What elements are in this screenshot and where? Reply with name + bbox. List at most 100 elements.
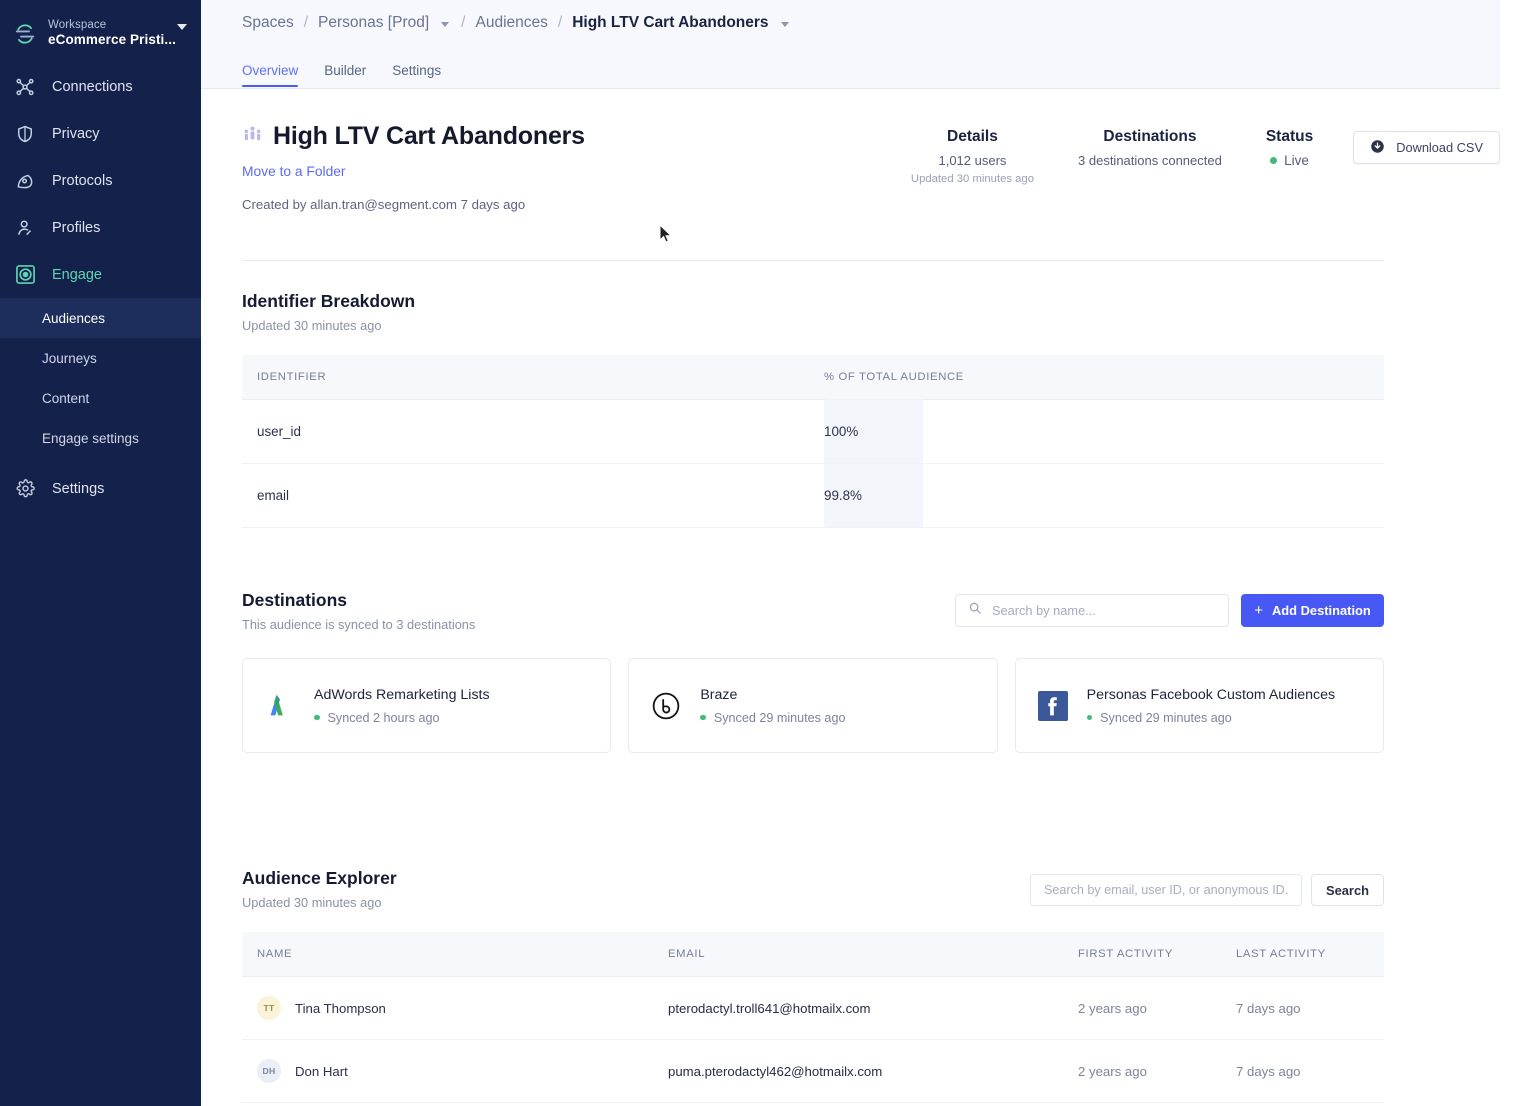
- created-by-text: Created by allan.tran@segment.com 7 days…: [242, 197, 526, 212]
- breadcrumb-space-name[interactable]: Personas [Prod]: [318, 14, 429, 32]
- cell-first-activity: 2 years ago: [1078, 1063, 1147, 1079]
- breadcrumb-spaces[interactable]: Spaces: [242, 14, 294, 32]
- engage-icon: [14, 264, 36, 286]
- sidebar-item-label: Privacy: [52, 125, 100, 142]
- cell-identifier: email: [257, 488, 289, 503]
- column-header-last-activity: LAST ACTIVITY: [1236, 948, 1326, 960]
- sidebar-item-label: Protocols: [52, 172, 113, 189]
- search-icon: [968, 601, 982, 620]
- breadcrumb-current[interactable]: High LTV Cart Abandoners: [572, 14, 768, 32]
- cell-last-activity: 7 days ago: [1236, 1000, 1301, 1016]
- sidebar-item-profiles[interactable]: Profiles: [0, 204, 201, 251]
- table-row[interactable]: email 99.8%: [242, 464, 1384, 528]
- audience-explorer-table: NAME EMAIL FIRST ACTIVITY LAST ACTIVITY …: [242, 932, 1384, 1103]
- stat-label: Destinations: [1103, 128, 1197, 145]
- sidebar-item-connections[interactable]: Connections: [0, 63, 201, 110]
- destination-card-facebook[interactable]: Personas Facebook Custom Audiences Synce…: [1014, 658, 1384, 753]
- title-row: High LTV Cart Abandoners: [242, 122, 889, 151]
- braze-icon: [649, 689, 683, 723]
- destinations-title: Destinations: [242, 590, 348, 610]
- sidebar-item-audiences[interactable]: Audiences: [0, 298, 201, 339]
- app-root: Workspace eCommerce Pristi... Connection…: [0, 0, 1520, 1106]
- destination-card-braze[interactable]: Braze Synced 29 minutes ago: [628, 658, 998, 753]
- cell-email: puma.pterodactyl462@hotmailx.com: [668, 1063, 883, 1079]
- sidebar-item-privacy[interactable]: Privacy: [0, 110, 201, 157]
- sidebar-item-label: Settings: [52, 480, 105, 497]
- move-to-folder-link[interactable]: Move to a Folder: [242, 164, 346, 179]
- destinations-section: Destinations This audience is synced to …: [242, 528, 1500, 753]
- avatar: TT: [257, 996, 281, 1020]
- gear-icon: [14, 478, 36, 500]
- sidebar-item-journeys[interactable]: Journeys: [0, 338, 201, 378]
- sidebar-item-label: Engage: [52, 266, 102, 283]
- person-icon: [14, 217, 36, 239]
- sidebar-subitem-label: Content: [42, 390, 90, 406]
- destination-search-input[interactable]: [992, 603, 1216, 618]
- sync-dot-icon: [1086, 714, 1093, 721]
- cell-percent: 100%: [824, 424, 859, 439]
- download-csv-button[interactable]: Download CSV: [1353, 131, 1500, 164]
- destination-sync-status: Synced 29 minutes ago: [700, 711, 845, 725]
- profile-name: Don Hart: [295, 1063, 348, 1079]
- stat-status: Status Live: [1244, 128, 1335, 168]
- audience-explorer-title: Audience Explorer: [242, 868, 397, 888]
- main-content: Spaces / Personas [Prod] / Audiences / H…: [201, 0, 1520, 1106]
- breadcrumb-space-chevron-down-icon[interactable]: [441, 22, 450, 27]
- destination-name: Personas Facebook Custom Audiences: [1086, 686, 1336, 703]
- audience-explorer-toolbar: Search: [1030, 874, 1384, 906]
- segment-logo-icon: [14, 23, 36, 45]
- destinations-header-row: Destinations This audience is synced to …: [242, 590, 1384, 632]
- chevron-down-icon[interactable]: [177, 24, 187, 30]
- download-circle-icon: [1370, 139, 1385, 157]
- identifier-breakdown-subtitle: Updated 30 minutes ago: [242, 318, 382, 333]
- sync-dot-icon: [314, 714, 320, 721]
- sidebar-subitem-label: Audiences: [42, 310, 106, 326]
- tab-builder[interactable]: Builder: [324, 63, 366, 87]
- sidebar-subitem-label: Engage settings: [42, 430, 139, 446]
- table-row[interactable]: DH Don Hart puma.pterodactyl462@hotmailx…: [242, 1040, 1384, 1103]
- sidebar-item-engage[interactable]: Engage: [0, 251, 201, 298]
- tab-settings[interactable]: Settings: [392, 63, 441, 87]
- sidebar-item-label: Profiles: [52, 219, 101, 236]
- breadcrumb-audiences[interactable]: Audiences: [475, 14, 547, 32]
- column-header-email: EMAIL: [668, 948, 706, 960]
- column-header-percent: % OF TOTAL AUDIENCE: [824, 371, 964, 383]
- breadcrumb-current-chevron-down-icon[interactable]: [780, 22, 789, 27]
- sync-text: Synced 2 hours ago: [327, 710, 440, 725]
- sidebar-item-engage-settings[interactable]: Engage settings: [0, 418, 201, 458]
- add-destination-label: Add Destination: [1271, 603, 1371, 618]
- tab-overview[interactable]: Overview: [242, 63, 299, 87]
- sidebar-item-settings[interactable]: Settings: [0, 465, 201, 512]
- cell-identifier: user_id: [257, 424, 301, 439]
- breadcrumb-separator: /: [557, 14, 563, 31]
- plus-icon: +: [1254, 602, 1263, 619]
- sync-dot-icon: [700, 714, 706, 721]
- destination-search-box[interactable]: [955, 594, 1229, 627]
- audience-people-icon: [242, 124, 263, 150]
- status-badge: Live: [1266, 153, 1313, 168]
- breadcrumb-separator: /: [303, 14, 309, 31]
- audience-explorer-subtitle: Updated 30 minutes ago: [242, 895, 382, 910]
- audience-header-left: High LTV Cart Abandoners Move to a Folde…: [242, 122, 889, 212]
- sidebar-item-content[interactable]: Content: [0, 378, 201, 418]
- destination-card-text: Braze Synced 29 minutes ago: [700, 687, 845, 725]
- destination-name: Braze: [700, 686, 738, 703]
- cell-email: pterodactyl.troll641@hotmailx.com: [668, 1000, 871, 1016]
- add-destination-button[interactable]: + Add Destination: [1241, 594, 1384, 627]
- sidebar-item-protocols[interactable]: Protocols: [0, 157, 201, 204]
- download-csv-label: Download CSV: [1396, 140, 1483, 155]
- audience-explorer-section: Audience Explorer Updated 30 minutes ago…: [242, 753, 1500, 1103]
- audience-explorer-search-button[interactable]: Search: [1311, 874, 1384, 906]
- destination-cards: AdWords Remarketing Lists Synced 2 hours…: [242, 658, 1384, 753]
- audience-explorer-search-input[interactable]: [1030, 874, 1302, 906]
- table-row[interactable]: TT Tina Thompson pterodactyl.troll641@ho…: [242, 977, 1384, 1040]
- destination-card-adwords[interactable]: AdWords Remarketing Lists Synced 2 hours…: [242, 658, 612, 753]
- sidebar-item-label: Connections: [52, 78, 133, 95]
- page-title: High LTV Cart Abandoners: [273, 122, 585, 150]
- workspace-name: eCommerce Pristi...: [48, 32, 176, 48]
- stat-value: 3 destinations connected: [1078, 153, 1222, 168]
- stat-label: Status: [1265, 128, 1314, 145]
- workspace-switcher[interactable]: Workspace eCommerce Pristi...: [0, 8, 201, 63]
- table-row[interactable]: user_id 100%: [242, 400, 1384, 464]
- table-header-row: NAME EMAIL FIRST ACTIVITY LAST ACTIVITY: [242, 932, 1384, 977]
